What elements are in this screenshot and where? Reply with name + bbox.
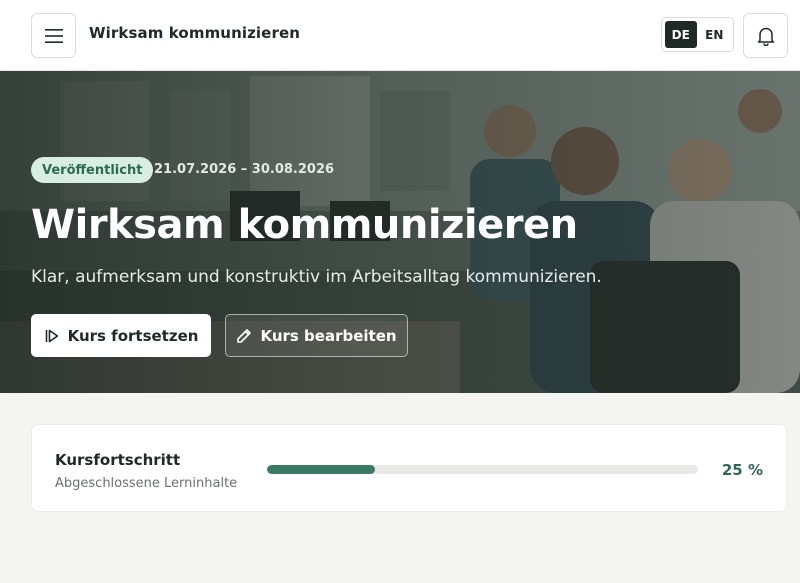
course-title: Wirksam kommunizieren [31, 202, 578, 248]
edit-course-label: Kurs bearbeiten [260, 326, 397, 345]
progress-percent: 25 % [721, 461, 763, 479]
continue-course-button[interactable]: Kurs fortsetzen [31, 314, 211, 357]
progress-bar-fill [267, 465, 375, 474]
hamburger-icon [44, 28, 63, 43]
course-progress-card: Kursfortschritt Abgeschlossene Lerninhal… [31, 424, 787, 512]
progress-title: Kursfortschritt [55, 451, 181, 469]
edit-course-button[interactable]: Kurs bearbeiten [225, 314, 408, 357]
language-switch: DE EN [661, 17, 734, 52]
progress-subtitle: Abgeschlossene Lerninhalte [55, 476, 238, 491]
language-en-button[interactable]: EN [699, 21, 731, 48]
course-date-range: 21.07.2026 – 30.08.2026 [154, 162, 335, 177]
language-de-button[interactable]: DE [665, 21, 697, 48]
pencil-icon [237, 328, 252, 343]
bell-icon [757, 27, 774, 46]
app-title: Wirksam kommunizieren [89, 24, 300, 42]
course-subtitle: Klar, aufmerksam und konstruktiv im Arbe… [31, 267, 602, 287]
continue-course-label: Kurs fortsetzen [67, 326, 199, 345]
course-hero: Veröffentlicht 21.07.2026 – 30.08.2026 W… [0, 71, 800, 393]
progress-bar [267, 465, 698, 474]
menu-button[interactable] [31, 13, 76, 58]
status-badge: Veröffentlicht [31, 157, 154, 183]
notifications-button[interactable] [743, 13, 788, 58]
play-icon [45, 329, 58, 342]
top-bar: Wirksam kommunizieren DE EN [0, 0, 800, 71]
